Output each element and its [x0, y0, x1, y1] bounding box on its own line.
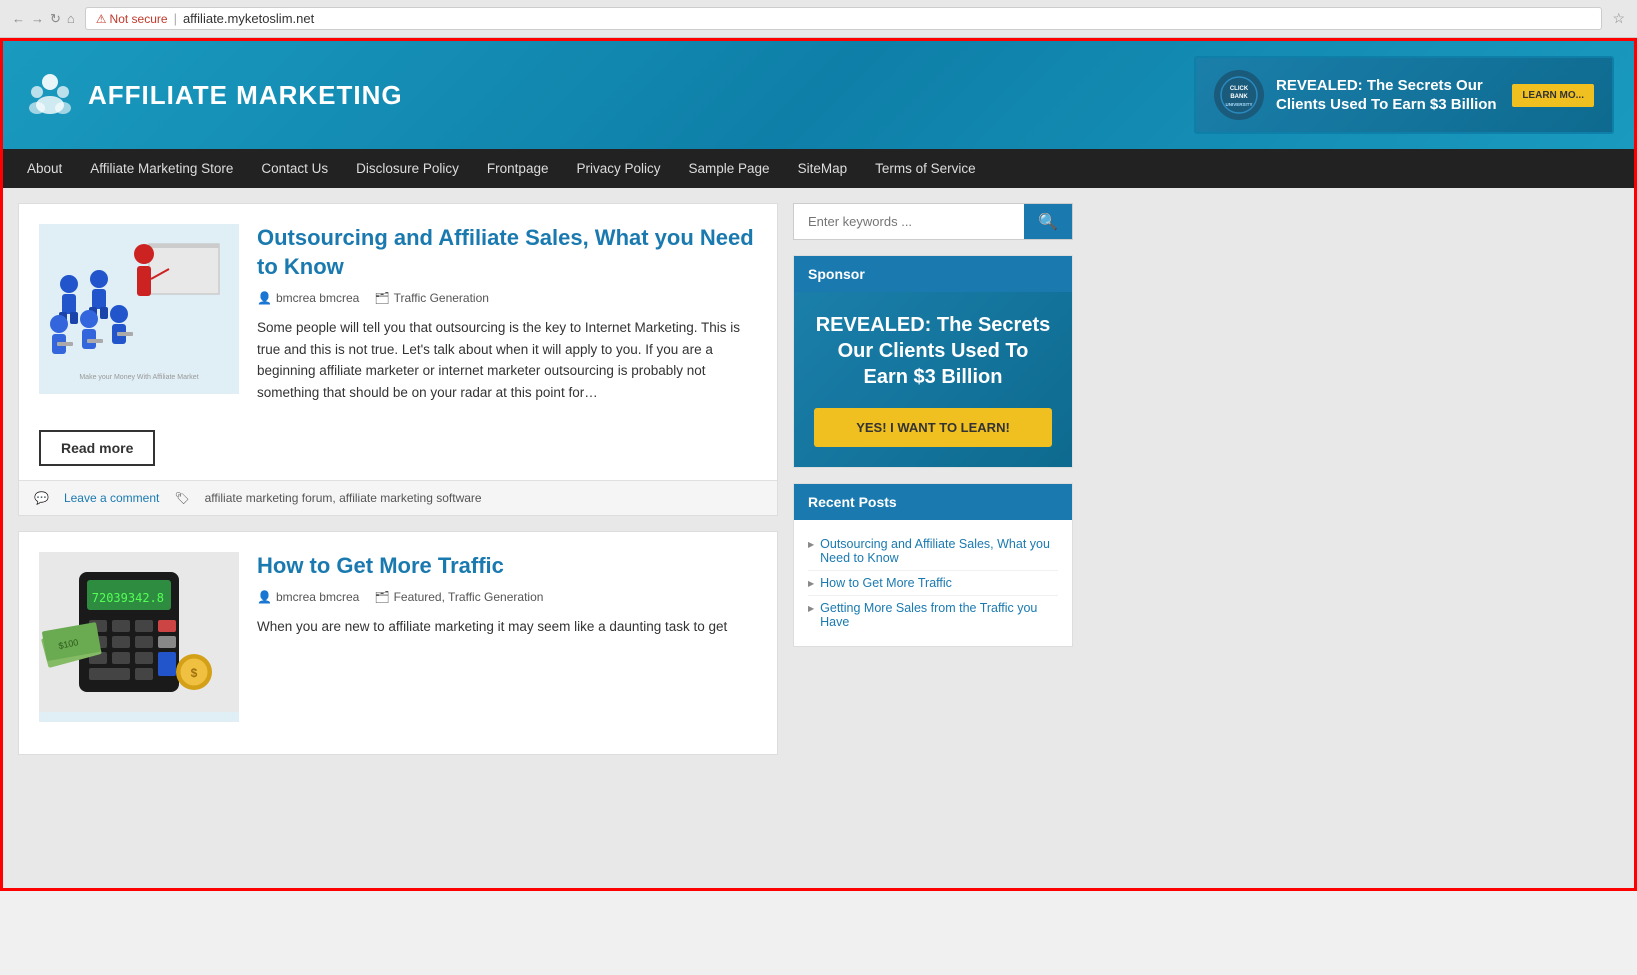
sponsor-ad: REVEALED: The Secrets Our Clients Used T…: [794, 292, 1072, 467]
page-wrapper: AFFILIATE MARKETING CLICK BANK UNIVERSIT…: [0, 38, 1637, 891]
back-icon[interactable]: ←: [12, 11, 25, 26]
nav-sample[interactable]: Sample Page: [675, 149, 784, 188]
bookmark-star-icon[interactable]: ☆: [1612, 10, 1625, 27]
forward-icon[interactable]: →: [31, 11, 44, 26]
presentation-illustration: Make your Money With Affiliate Market: [39, 224, 239, 384]
leave-comment-link-1[interactable]: Leave a comment: [64, 491, 159, 505]
learn-more-button[interactable]: LEARN MO...: [1512, 84, 1594, 107]
nav-sitemap[interactable]: SiteMap: [784, 149, 862, 188]
article-title-2[interactable]: How to Get More Traffic: [257, 552, 727, 581]
recent-posts-title: Recent Posts: [794, 484, 1072, 520]
sidebar: 🔍 Sponsor REVEALED: The Secrets Our Clie…: [793, 203, 1073, 873]
article-meta-1: 👤 bmcrea bmcrea 🗂 Traffic Generation: [257, 291, 757, 305]
recent-post-item-2: How to Get More Traffic: [808, 571, 1058, 596]
site-header: AFFILIATE MARKETING CLICK BANK UNIVERSIT…: [3, 41, 1634, 149]
svg-text:BANK: BANK: [1230, 94, 1248, 100]
clickbank-logo: CLICK BANK UNIVERSITY: [1214, 70, 1264, 120]
search-input[interactable]: [794, 204, 1024, 239]
comment-icon: 💬: [34, 491, 49, 505]
folder-icon-2: 🗂: [374, 590, 389, 604]
recent-posts-list: Outsourcing and Affiliate Sales, What yo…: [794, 520, 1072, 646]
svg-text:$: $: [191, 666, 198, 680]
security-warning: ⚠ Not secure: [96, 12, 168, 26]
article-card-2: 72039342.8: [18, 531, 778, 755]
author-1: 👤 bmcrea bmcrea: [257, 291, 359, 305]
recent-posts-widget: Recent Posts Outsourcing and Affiliate S…: [793, 483, 1073, 647]
nav-frontpage[interactable]: Frontpage: [473, 149, 563, 188]
content-area: Make your Money With Affiliate Market Ou…: [18, 203, 778, 873]
main-layout: Make your Money With Affiliate Market Ou…: [3, 188, 1634, 888]
sponsor-widget-title: Sponsor: [794, 256, 1072, 292]
svg-text:UNIVERSITY: UNIVERSITY: [1225, 102, 1252, 107]
recent-post-item-1: Outsourcing and Affiliate Sales, What yo…: [808, 532, 1058, 571]
header-ad[interactable]: CLICK BANK UNIVERSITY REVEALED: The Secr…: [1194, 56, 1614, 134]
user-icon: 👤: [257, 291, 272, 305]
nav-contact[interactable]: Contact Us: [247, 149, 342, 188]
article-footer-1: 💬 Leave a comment 🏷 affiliate marketing …: [19, 480, 777, 515]
article-thumb-2: 72039342.8: [39, 552, 239, 722]
home-icon[interactable]: ⌂: [67, 11, 75, 26]
category-2: 🗂 Featured, Traffic Generation: [374, 590, 543, 604]
sponsor-ad-text: REVEALED: The Secrets Our Clients Used T…: [814, 312, 1052, 390]
recent-post-item-3: Getting More Sales from the Traffic you …: [808, 596, 1058, 634]
article-header-2: 72039342.8: [39, 552, 757, 722]
article-content-1: Outsourcing and Affiliate Sales, What yo…: [257, 224, 757, 404]
money-illustration: 72039342.8: [39, 552, 239, 712]
svg-text:CLICK: CLICK: [1230, 86, 1249, 92]
nav-affiliate-store[interactable]: Affiliate Marketing Store: [76, 149, 247, 188]
logo-text: AFFILIATE MARKETING: [88, 80, 403, 111]
search-button[interactable]: 🔍: [1024, 204, 1072, 239]
sponsor-cta-button[interactable]: YES! I WANT TO LEARN!: [814, 408, 1052, 447]
address-bar: ⚠ Not secure | affiliate.myketoslim.net: [85, 7, 1603, 30]
tags-1: affiliate marketing forum, affiliate mar…: [205, 491, 482, 505]
article-title-1[interactable]: Outsourcing and Affiliate Sales, What yo…: [257, 224, 757, 281]
category-1: 🗂 Traffic Generation: [374, 291, 489, 305]
browser-nav-icons: ← → ↻ ⌂: [12, 11, 75, 27]
site-logo: AFFILIATE MARKETING: [23, 70, 403, 120]
warning-icon: ⚠: [96, 12, 107, 26]
browser-chrome: ← → ↻ ⌂ ⚠ Not secure | affiliate.myketos…: [0, 0, 1637, 38]
article-content-2: How to Get More Traffic 👤 bmcrea bmcrea …: [257, 552, 727, 722]
article-excerpt-1: Some people will tell you that outsourci…: [257, 317, 757, 403]
author-2: 👤 bmcrea bmcrea: [257, 590, 359, 604]
article-meta-2: 👤 bmcrea bmcrea 🗂 Featured, Traffic Gene…: [257, 590, 727, 604]
search-box: 🔍: [793, 203, 1073, 240]
article-thumb-1: Make your Money With Affiliate Market: [39, 224, 239, 394]
logo-icon: [23, 70, 78, 120]
tag-icon: 🏷: [174, 491, 189, 505]
recent-post-link-3[interactable]: Getting More Sales from the Traffic you …: [820, 601, 1058, 629]
article-header-1: Make your Money With Affiliate Market Ou…: [39, 224, 757, 404]
svg-text:72039342.8: 72039342.8: [92, 591, 164, 605]
svg-text:Make your Money With Affiliate: Make your Money With Affiliate Market: [79, 374, 198, 381]
user-icon-2: 👤: [257, 590, 272, 604]
nav-privacy[interactable]: Privacy Policy: [562, 149, 674, 188]
header-ad-text: REVEALED: The Secrets Our Clients Used T…: [1276, 76, 1500, 115]
site-nav: About Affiliate Marketing Store Contact …: [3, 149, 1634, 188]
nav-about[interactable]: About: [13, 149, 76, 188]
read-more-button-1[interactable]: Read more: [39, 430, 155, 466]
nav-terms[interactable]: Terms of Service: [861, 149, 990, 188]
recent-post-link-2[interactable]: How to Get More Traffic: [820, 576, 952, 590]
article-card-1: Make your Money With Affiliate Market Ou…: [18, 203, 778, 516]
reload-icon[interactable]: ↻: [50, 11, 61, 27]
url-display[interactable]: affiliate.myketoslim.net: [183, 11, 314, 26]
folder-icon: 🗂: [374, 291, 389, 305]
article-excerpt-2: When you are new to affiliate marketing …: [257, 616, 727, 638]
sponsor-widget: Sponsor REVEALED: The Secrets Our Client…: [793, 255, 1073, 468]
recent-post-link-1[interactable]: Outsourcing and Affiliate Sales, What yo…: [820, 537, 1058, 565]
nav-disclosure[interactable]: Disclosure Policy: [342, 149, 473, 188]
